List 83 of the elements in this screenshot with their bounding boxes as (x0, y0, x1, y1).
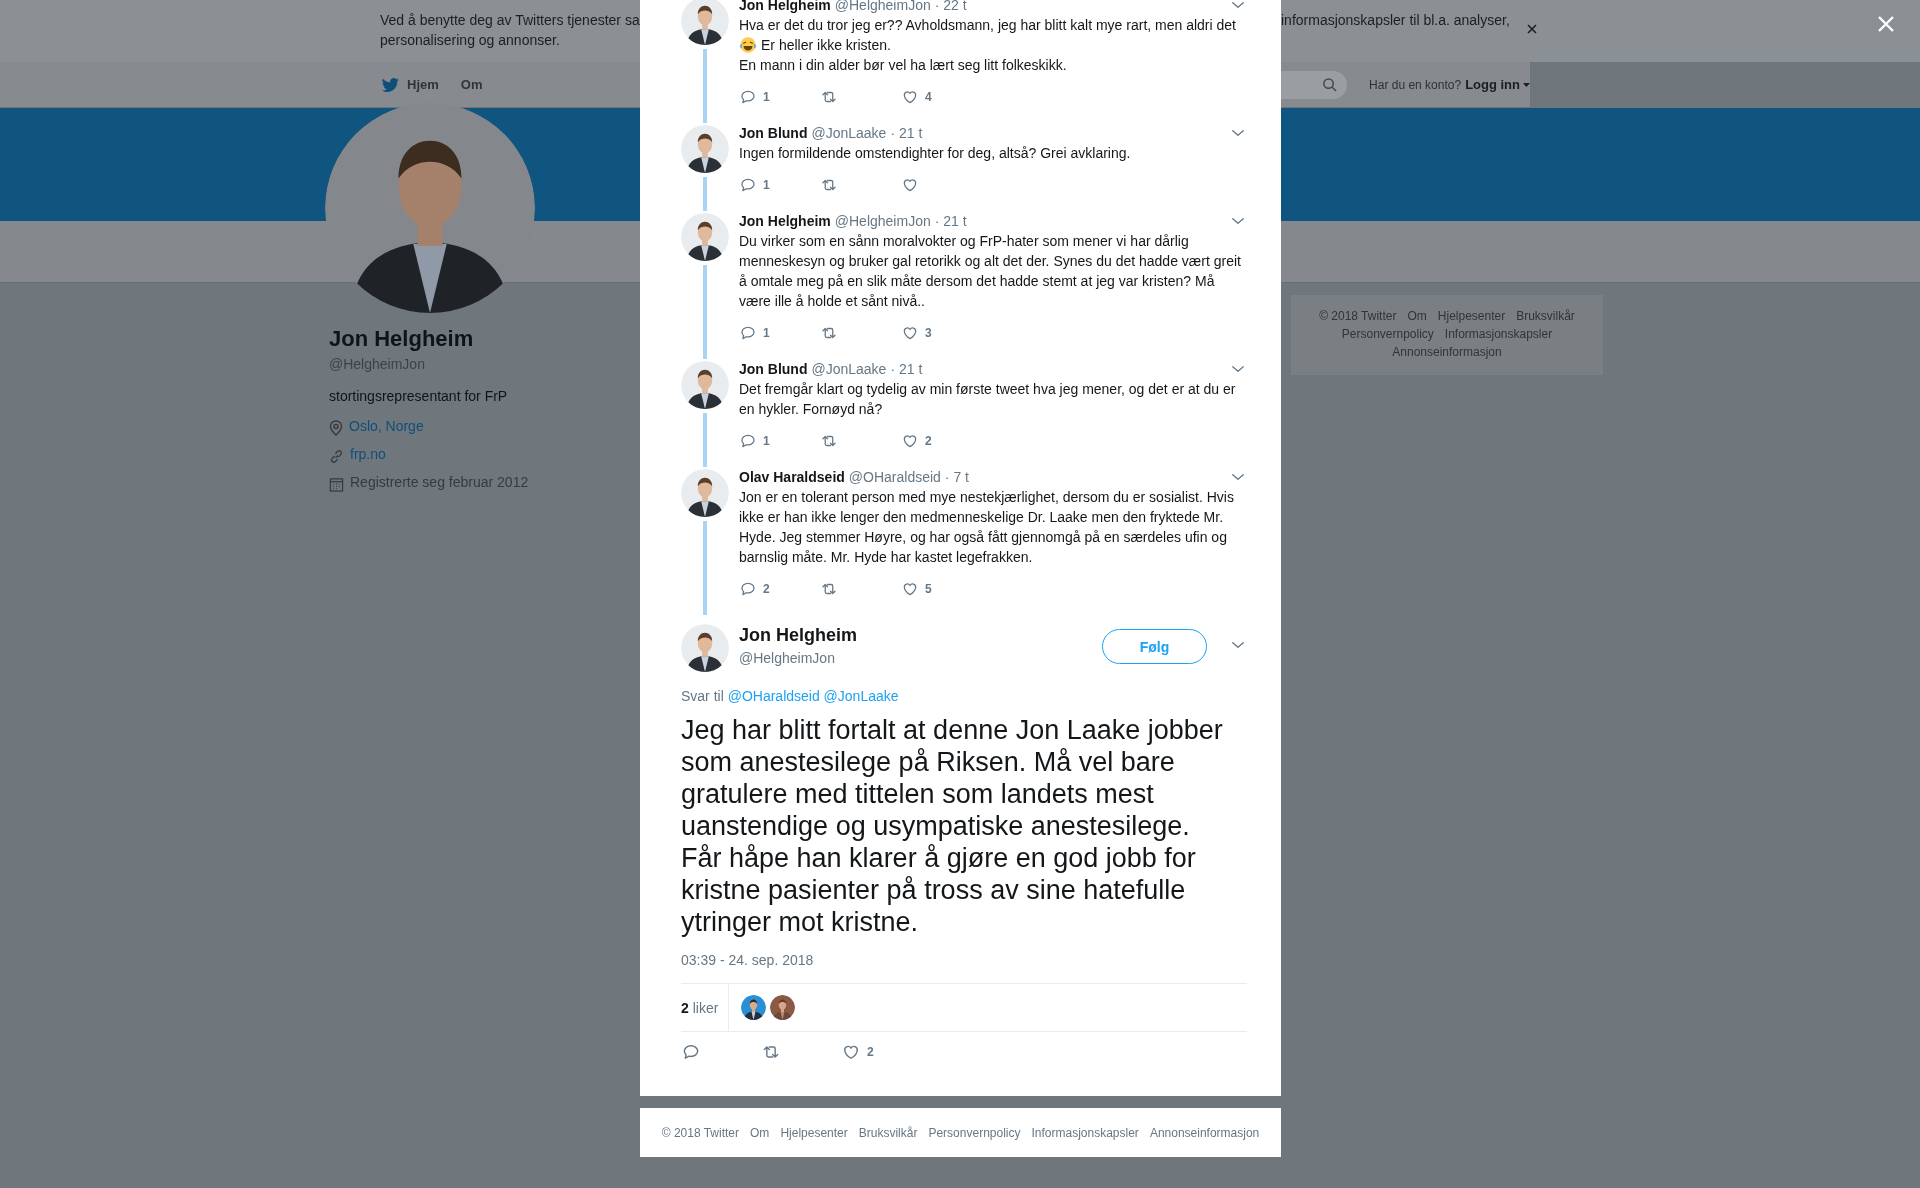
action-count: 2 (925, 434, 932, 448)
action-count: 5 (925, 582, 932, 596)
reply-icon[interactable] (739, 88, 757, 106)
nav-link[interactable]: Om (460, 77, 483, 92)
mention-link[interactable]: @OHaraldseid (727, 688, 820, 704)
tweet-time[interactable]: · 21 t (934, 211, 967, 231)
profile-detail: Registrerte seg februar 2012 (350, 473, 529, 492)
action-count: 2 (867, 1045, 874, 1059)
follow-button[interactable]: Følg (1102, 629, 1207, 664)
login-prompt: Har du en konto? (1369, 77, 1462, 92)
tweet-text: Jeg har blitt fortalt at denne Jon Laake jobber som anestesilege på Riksen. Må vel bare gratulere med tittelen som landets mest uanstendige og usympatiske anestesilege. Får håpe han klarer å gjøre en god jobb for kristne pasienter på tross av sine hatefulle ytringer mot kristne. (681, 714, 1224, 938)
reply-icon[interactable] (681, 1042, 701, 1062)
action-count: 1 (763, 326, 770, 340)
author-handle[interactable]: @OHaraldseid (848, 467, 941, 487)
footer-link[interactable]: Om (750, 1125, 770, 1140)
author-name[interactable]: Jon Blund (739, 123, 808, 143)
cookie-text: Ved å benytte deg av Twitters tjenester sa (380, 11, 640, 30)
author-name[interactable]: Jon Helgheim (739, 624, 858, 646)
cookie-text: personalisering og annonser. (380, 31, 560, 50)
tweet-timestamp[interactable]: 03:39 - 24. sep. 2018 (681, 950, 1247, 970)
nav-link[interactable]: Hjem (380, 75, 439, 94)
reply-to-label: Svar til (681, 688, 724, 704)
reply-icon[interactable] (739, 432, 757, 450)
mention-link[interactable]: @JonLaake (823, 688, 899, 704)
reply-icon[interactable] (739, 324, 757, 342)
link-icon (329, 449, 344, 464)
tweet-text: Jon er en tolerant person med mye nestekjærlighet, dersom du er sosialist. Hvis ikke er han ikke lenger den medmenneskelige Dr. Laake men den fryktede Mr. Hyde. Jeg stemmer Høyre, og har også fått gjennomgå på en særdeles ufin og barnslig måte. Mr. Hyde har kastet legefrakken. (739, 488, 1235, 567)
close-icon[interactable] (1526, 23, 1538, 35)
action-count: 2 (763, 582, 770, 596)
caret-icon (1523, 82, 1530, 87)
action-count: 1 (763, 90, 770, 104)
reply-icon[interactable] (739, 580, 757, 598)
tweet-time[interactable]: · 21 t (890, 359, 923, 379)
footer-link[interactable]: Hjelpesenter (1437, 307, 1506, 325)
profile-bio: stortingsrepresentant for FrP (329, 387, 508, 406)
action-count: 4 (925, 90, 932, 104)
calendar-icon (329, 477, 344, 492)
location-pin-icon (329, 420, 343, 436)
heart-icon[interactable] (901, 432, 919, 450)
author-name[interactable]: Olav Haraldseid (739, 467, 845, 487)
action-count: 1 (763, 434, 770, 448)
author-handle[interactable]: @HelgheimJon (834, 211, 931, 231)
tweet-time[interactable]: · 7 t (944, 467, 969, 487)
tweet-text: Hva er det du tror jeg er?? Avholdsmann, jeg har blitt kalt mye rart, men aldri det (739, 16, 1237, 35)
footer-link[interactable]: Informasjonskapsler (1031, 1125, 1139, 1140)
bird-icon (380, 75, 400, 94)
footer-link[interactable]: Personvernpolicy (928, 1125, 1021, 1140)
footer-link[interactable]: Annonseinformasjon (1149, 1125, 1260, 1140)
footer-link[interactable]: Hjelpesenter (780, 1125, 848, 1140)
author-handle[interactable]: @HelgheimJon (739, 648, 858, 668)
footer-link[interactable]: Om (1407, 307, 1427, 325)
footer-link[interactable]: © 2018 Twitter (1319, 307, 1397, 325)
action-count: 3 (925, 326, 932, 340)
tweet-text: En mann i din alder bør vel ha lært seg litt folkeskikk. (739, 56, 1068, 75)
tweet-time[interactable]: · 22 t (934, 0, 967, 15)
footer-link[interactable]: Personvernpolicy (1341, 325, 1434, 343)
reply-icon[interactable] (739, 176, 757, 194)
footer-link[interactable]: Informasjonskapsler (1444, 325, 1553, 343)
likes-count[interactable]: 2 liker (681, 999, 719, 1016)
tweet-text: Er heller ikke kristen. (761, 36, 891, 55)
author-name[interactable]: Jon Helgheim (739, 211, 831, 231)
author-handle[interactable]: @JonLaake (811, 123, 887, 143)
heart-icon[interactable] (901, 580, 919, 598)
profile-name: Jon Helgheim (329, 326, 474, 352)
login-link[interactable]: Logg inn (1465, 77, 1530, 92)
author-handle[interactable]: @HelgheimJon (834, 0, 931, 15)
footer-link[interactable]: Annonseinformasjon (1392, 343, 1502, 361)
author-handle[interactable]: @JonLaake (811, 359, 887, 379)
tweet-text: Ingen formildende omstendighter for deg, altså? Grei avklaring. (739, 144, 1132, 163)
tweet-time[interactable]: · 21 t (890, 123, 923, 143)
tweet-text: Det fremgår klart og tydelig av min første tweet hva jeg mener, og det er at du er en hykler. Fornøyd nå? (739, 380, 1237, 419)
heart-icon[interactable] (901, 324, 919, 342)
search-icon (1322, 77, 1338, 92)
heart-icon[interactable] (901, 88, 919, 106)
footer-link[interactable]: Bruksvilkår (1516, 307, 1575, 325)
heart-icon[interactable] (901, 176, 919, 194)
action-count: 1 (763, 178, 770, 192)
author-name[interactable]: Jon Blund (739, 359, 808, 379)
author-name[interactable]: Jon Helgheim (739, 0, 831, 15)
footer-link[interactable]: Bruksvilkår (858, 1125, 918, 1140)
tweet-text: Du virker som en sånn moralvokter og FrP-hater som mener vi har dårlig menneskesyn og bruker gal retorikk og alt det der. Synes du det hadde vært greit å omtale meg på en slik måte dersom det hadde stemt at jeg var kristen? Må være ille å holde et sånt nivå.. (739, 232, 1242, 311)
cookie-text: informasjonskapsler til bl.a. analyser, (1281, 11, 1510, 30)
footer-link[interactable]: © 2018 Twitter (661, 1125, 740, 1140)
